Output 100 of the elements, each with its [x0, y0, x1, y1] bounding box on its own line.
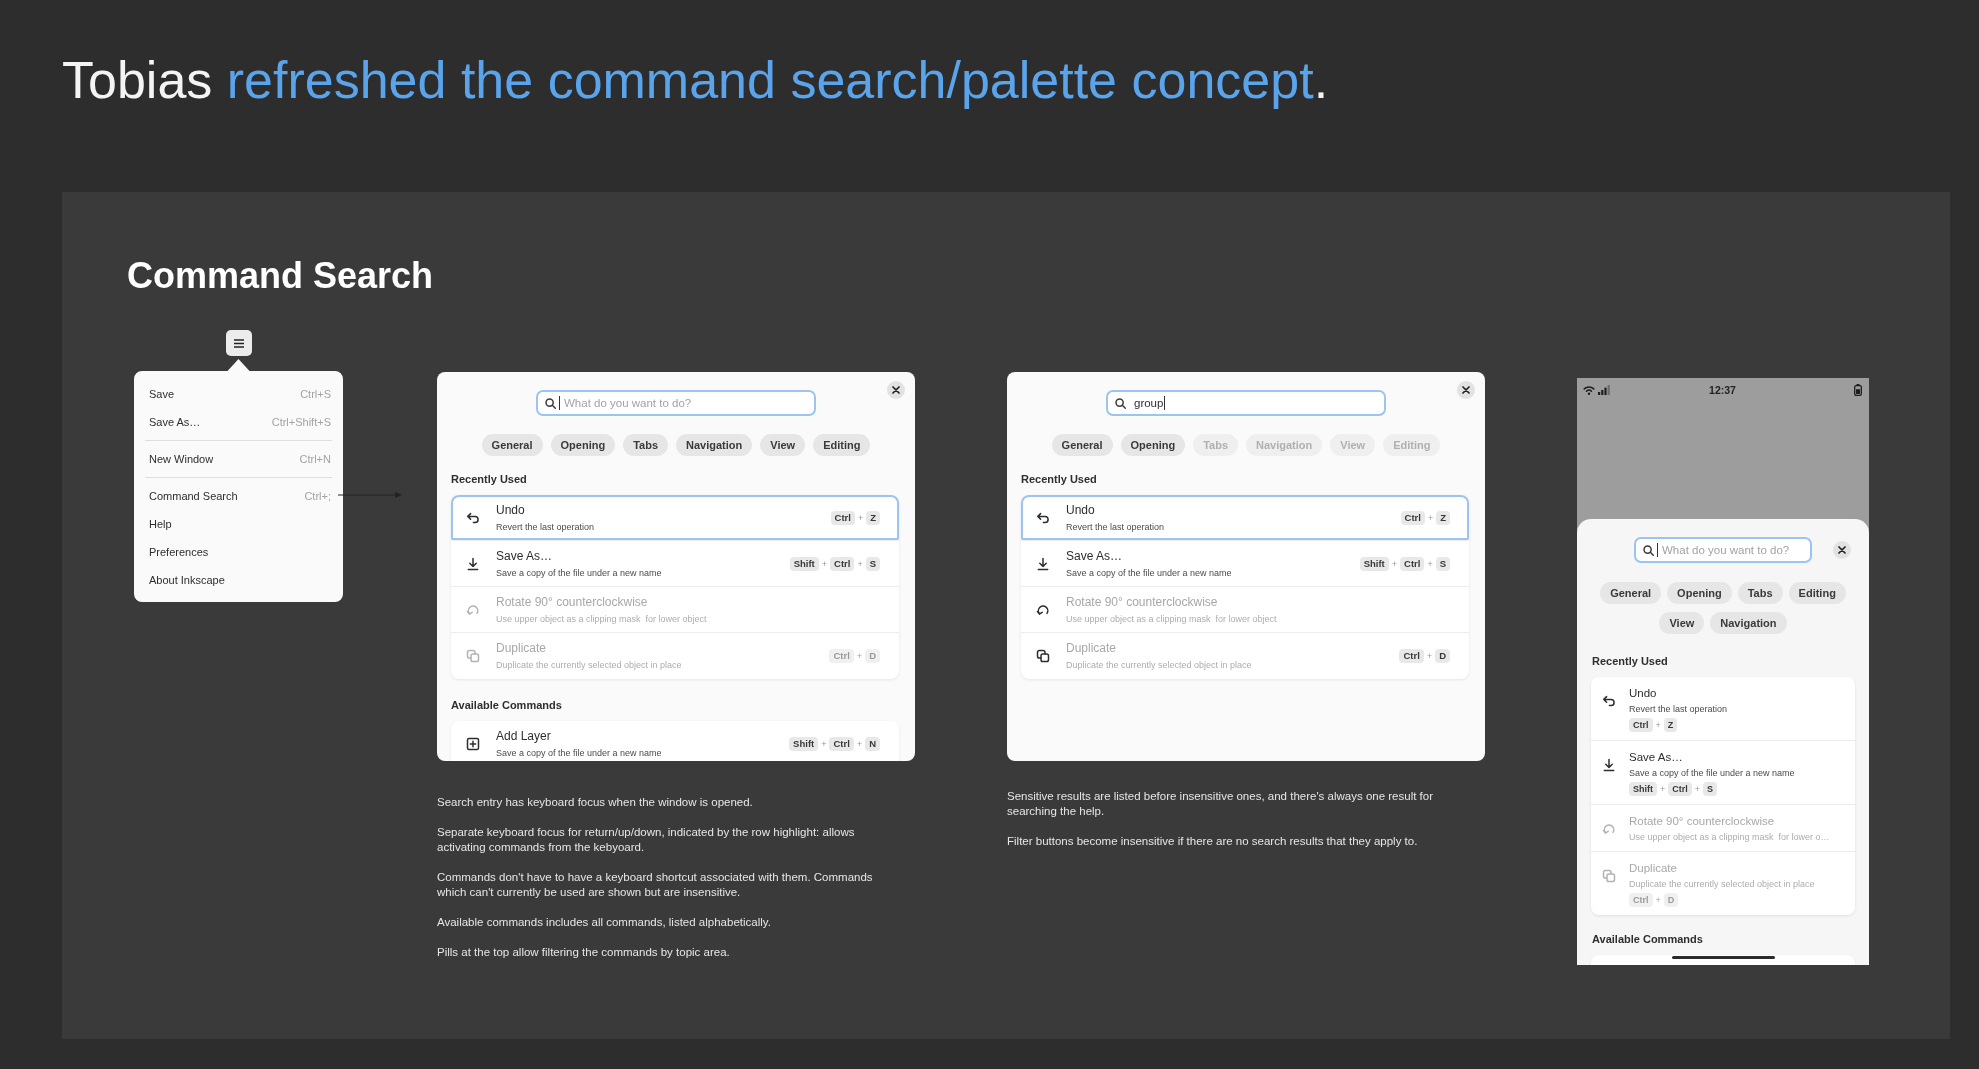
filter-button[interactable]: General	[481, 434, 543, 456]
search-field[interactable]: group	[1106, 390, 1386, 416]
command-description: Use upper object as a clipping mask for lower object	[496, 612, 707, 625]
keyboard-key: Ctrl	[1400, 556, 1425, 571]
note-text: Sensitive results are listed before insensitive ones, and there's always one result for searching the help.	[1007, 789, 1434, 819]
command-description: Duplicate the currently selected object in place	[1629, 878, 1815, 890]
command-row[interactable]: Undo Revert the last operation Ctrl + Z	[1591, 677, 1855, 741]
key-separator: +	[1694, 783, 1701, 796]
filter-button[interactable]: Opening	[1667, 582, 1732, 604]
search-icon	[1115, 397, 1126, 409]
command-row[interactable]: Undo Revert the last operation Ctrl + Z	[451, 495, 899, 541]
keyboard-key: Ctrl	[829, 737, 854, 751]
key-separator: +	[821, 738, 827, 751]
filter-button[interactable]: Editing	[813, 434, 871, 456]
menu-item[interactable]: Save Ctrl+S	[134, 380, 343, 408]
command-description: Save a copy of the file under a new name	[1629, 767, 1795, 779]
headline-link[interactable]: refreshed the command search/palette concept	[226, 51, 1314, 109]
shortcut-label: Ctrl+Shift+S	[271, 416, 331, 428]
command-title: Rotate 90° counterclockwise	[496, 594, 648, 610]
search-field[interactable]: What do you want to do?	[1634, 537, 1812, 563]
section-title: Recently Used	[451, 472, 527, 486]
keyboard-key: Shift	[1629, 782, 1657, 796]
section-title: Available Commands	[1592, 932, 1703, 946]
menu-button[interactable]	[225, 330, 252, 356]
command-row[interactable]: Save As… Save a copy of the file under a new name Shift + Ctrl + S	[451, 541, 899, 587]
command-row[interactable]: Add Layer Save a copy of the file under a new name Shift + Ctrl + N	[451, 721, 899, 761]
note-text: Commands don't have to have a keyboard shortcut associated with them. Commands which can't currently be used are shown but are insensitive.	[437, 870, 874, 900]
keyboard-key: Z	[866, 510, 880, 525]
command-description: Save a copy of the file under a new name	[496, 747, 662, 759]
note-text: Pills at the top allow filtering the commands by topic area.	[437, 945, 731, 960]
keyboard-key: Ctrl	[830, 556, 855, 571]
menu-item[interactable]: Save As… Ctrl+Shift+S	[134, 408, 343, 436]
command-title: Duplicate	[1066, 641, 1117, 656]
command-description: Revert the last operation	[496, 520, 595, 533]
keyboard-key: Ctrl	[1400, 510, 1425, 525]
key-separator: +	[1391, 557, 1397, 571]
close-button[interactable]	[1457, 381, 1475, 399]
command-title: Save As…	[1629, 750, 1683, 764]
command-row[interactable]: Undo Revert the last operation Ctrl + Z	[1021, 495, 1469, 541]
text-cursor-icon	[559, 396, 560, 410]
command-title: Duplicate	[496, 641, 547, 656]
filter-button[interactable]: General	[1600, 582, 1662, 604]
filter-button[interactable]: Opening	[1120, 434, 1186, 456]
command-description: Save a copy of the file under a new name	[1066, 566, 1232, 579]
shortcut-label: Ctrl+N	[299, 453, 331, 465]
menu-item[interactable]: Preferences	[134, 538, 343, 566]
command-description: Duplicate the currently selected object in place	[1066, 659, 1252, 671]
menu-item[interactable]: New Window Ctrl+N	[134, 445, 343, 473]
keyboard-key: D	[865, 649, 880, 663]
filter-button[interactable]: Tabs	[623, 434, 668, 456]
filter-button[interactable]: View	[760, 434, 806, 456]
filter-button[interactable]: Navigation	[1710, 612, 1787, 634]
command-description: Save a copy of the file under a new name	[496, 566, 662, 579]
section-title: Available Commands	[451, 698, 562, 712]
command-title: Save As…	[496, 548, 553, 564]
keyboard-key: Shift	[1359, 556, 1389, 571]
command-title: Undo	[496, 502, 525, 518]
keyboard-key: N	[865, 737, 880, 751]
keyboard-key: Z	[1436, 510, 1450, 525]
keyboard-key: Shift	[789, 737, 819, 751]
filter-button[interactable]: View	[1659, 612, 1705, 634]
command-row[interactable]: Save As… Save a copy of the file under a new name Shift + Ctrl + S	[1591, 741, 1855, 805]
shortcut-label: Ctrl+;	[304, 490, 331, 502]
filter-button[interactable]: Tabs	[1737, 582, 1783, 604]
command-title: Rotate 90° counterclockwise	[1066, 594, 1218, 610]
note-text: Separate keyboard focus for return/up/down, indicated by the row highlight: allows activating commands from the kebyoard.	[437, 825, 856, 855]
close-button[interactable]	[1833, 541, 1851, 559]
close-icon	[1838, 546, 1846, 554]
keyboard-key: S	[1435, 556, 1450, 571]
wifi-icon	[1583, 385, 1595, 395]
filter-button[interactable]: Editing	[1788, 582, 1846, 604]
filter-button[interactable]: General	[1051, 434, 1113, 456]
keyboard-key: Ctrl	[1668, 782, 1692, 796]
keyboard-key: Shift	[789, 556, 819, 571]
close-button[interactable]	[887, 381, 905, 399]
command-title: Save As…	[1066, 548, 1123, 564]
menu-icon	[233, 338, 244, 348]
key-separator: +	[1426, 650, 1433, 663]
key-separator: +	[1655, 894, 1661, 907]
search-field[interactable]: What do you want to do?	[536, 390, 816, 416]
status-time: 12:37	[1709, 384, 1736, 396]
key-separator: +	[856, 650, 863, 663]
filter-button[interactable]: Opening	[550, 434, 616, 456]
note-text: Available commands includes all commands, listed alphabetically.	[437, 915, 772, 930]
key-separator: +	[1427, 557, 1433, 571]
command-description: Revert the last operation	[1629, 703, 1728, 715]
menu-item[interactable]: About Inkscape	[134, 566, 343, 594]
keyboard-key: Z	[1663, 718, 1678, 732]
shortcut-label: Ctrl+S	[300, 388, 331, 400]
battery-icon	[1854, 384, 1862, 396]
command-row[interactable]: Save As… Save a copy of the file under a new name Shift + Ctrl + S	[1021, 541, 1469, 587]
menu-item[interactable]: Command Search Ctrl+;	[134, 482, 343, 510]
filter-button[interactable]: Navigation	[676, 434, 753, 456]
command-title: Undo	[1066, 502, 1095, 518]
command-description: Revert the last operation	[1066, 520, 1165, 533]
command-title: Undo	[1629, 686, 1657, 700]
key-separator: +	[1660, 783, 1666, 796]
text-cursor-icon	[1164, 396, 1165, 410]
menu-item[interactable]: Help	[134, 510, 343, 538]
key-separator: +	[856, 738, 863, 751]
